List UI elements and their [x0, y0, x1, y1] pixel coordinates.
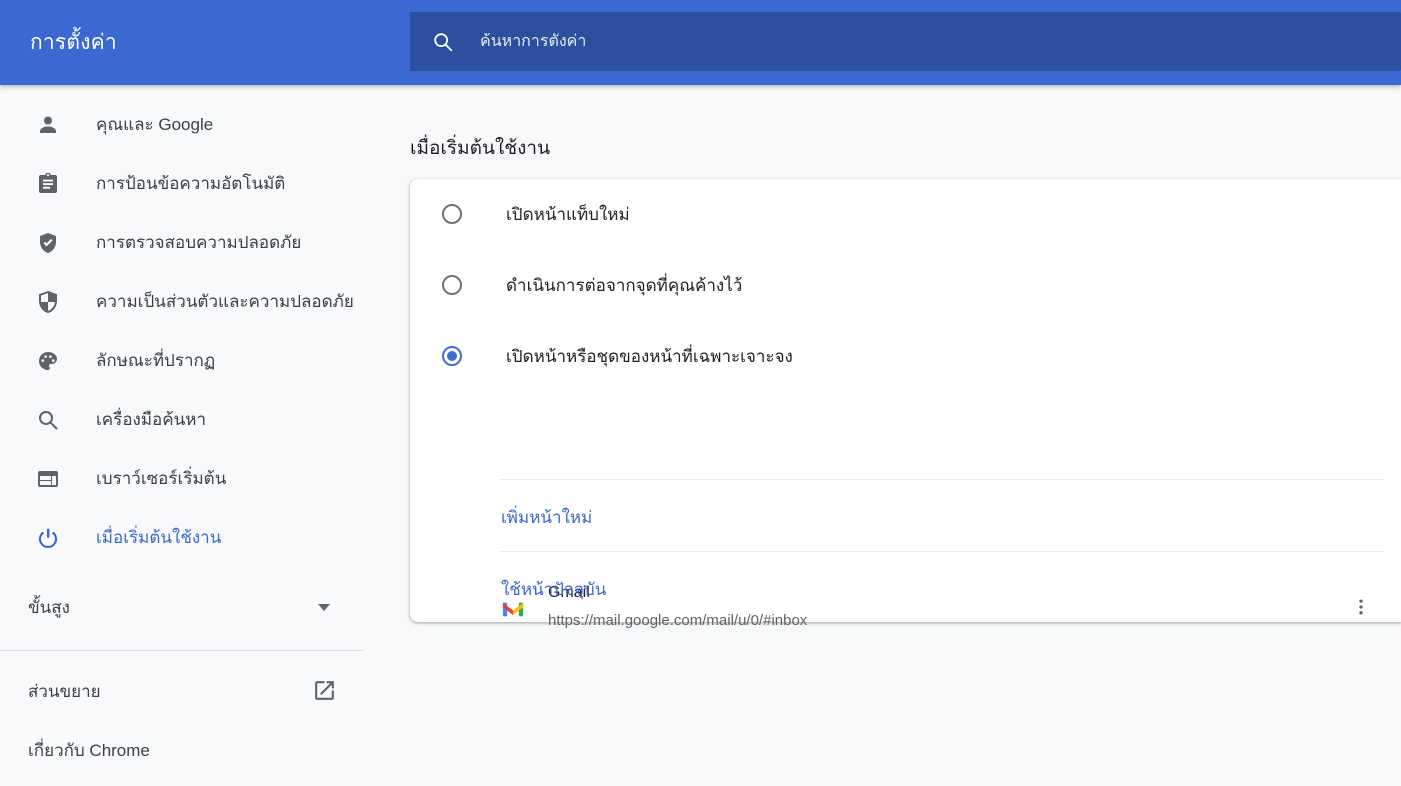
card-divider	[500, 551, 1385, 552]
advanced-label: ขั้นสูง	[28, 594, 70, 621]
sidebar-item-you-and-google[interactable]: คุณและ Google	[0, 95, 363, 154]
card-divider	[500, 479, 1385, 480]
sidebar-item-label: เครื่องมือค้นหา	[96, 406, 206, 433]
sidebar-item-label: ความเป็นส่วนตัวและความปลอดภัย	[96, 288, 354, 315]
sidebar-advanced-toggle[interactable]: ขั้นสูง	[0, 580, 363, 635]
section-title: เมื่อเริ่มต้นใช้งาน	[410, 133, 550, 163]
radio-option-continue[interactable]: ดำเนินการต่อจากจุดที่คุณค้างไว้	[410, 263, 1370, 307]
radio-option-label: ดำเนินการต่อจากจุดที่คุณค้างไว้	[506, 272, 742, 299]
settings-search-box[interactable]	[410, 12, 1401, 71]
settings-sidebar: คุณและ Google การป้อนข้อความอัตโนมัติ กา…	[0, 85, 363, 786]
sidebar-item-privacy-security[interactable]: ความเป็นส่วนตัวและความปลอดภัย	[0, 272, 363, 331]
default-browser-icon	[36, 467, 60, 491]
radio-option-label: เปิดหน้าแท็บใหม่	[506, 201, 630, 228]
sidebar-divider	[0, 650, 363, 651]
use-current-pages-link[interactable]: ใช้หน้าปัจจุบัน	[501, 576, 606, 603]
add-new-page-link[interactable]: เพิ่มหน้าใหม่	[501, 504, 592, 531]
sidebar-item-safety-check[interactable]: การตรวจสอบความปลอดภัย	[0, 213, 363, 272]
person-icon	[36, 113, 60, 137]
search-engine-icon	[36, 408, 60, 432]
more-options-button[interactable]	[1343, 589, 1379, 625]
three-dot-menu-icon	[1351, 597, 1371, 617]
search-icon	[432, 31, 454, 53]
radio-button-selected[interactable]	[442, 346, 462, 366]
sidebar-item-extensions[interactable]: ส่วนขยาย	[0, 666, 363, 716]
sidebar-item-default-browser[interactable]: เบราว์เซอร์เริ่มต้น	[0, 449, 363, 508]
about-chrome-label: เกี่ยวกับ Chrome	[28, 737, 150, 764]
radio-button[interactable]	[442, 204, 462, 224]
on-startup-card: เปิดหน้าแท็บใหม่ ดำเนินการต่อจากจุดที่คุ…	[410, 179, 1401, 622]
radio-option-specific-pages[interactable]: เปิดหน้าหรือชุดของหน้าที่เฉพาะเจาะจง	[410, 334, 1370, 378]
sidebar-item-appearance[interactable]: ลักษณะที่ปรากฏ	[0, 331, 363, 390]
search-input[interactable]	[480, 33, 1180, 51]
sidebar-item-on-startup[interactable]: เมื่อเริ่มต้นใช้งาน	[0, 508, 363, 567]
sidebar-item-autofill[interactable]: การป้อนข้อความอัตโนมัติ	[0, 154, 363, 213]
sidebar-item-label: การป้อนข้อความอัตโนมัติ	[96, 170, 285, 197]
sidebar-item-label: ลักษณะที่ปรากฏ	[96, 347, 215, 374]
page-title: การตั้งค่า	[30, 0, 117, 85]
startup-page-url: https://mail.google.com/mail/u/0/#inbox	[548, 612, 807, 629]
privacy-shield-icon	[36, 290, 60, 314]
open-in-new-icon	[312, 678, 337, 703]
chevron-down-icon	[318, 604, 330, 611]
palette-icon	[36, 349, 60, 373]
autofill-icon	[36, 172, 60, 196]
radio-button[interactable]	[442, 275, 462, 295]
sidebar-item-search-engine[interactable]: เครื่องมือค้นหา	[0, 390, 363, 449]
extensions-label: ส่วนขยาย	[28, 678, 101, 705]
sidebar-item-label: การตรวจสอบความปลอดภัย	[96, 229, 301, 256]
radio-option-new-tab[interactable]: เปิดหน้าแท็บใหม่	[410, 192, 1370, 236]
safety-check-icon	[36, 231, 60, 255]
radio-option-label: เปิดหน้าหรือชุดของหน้าที่เฉพาะเจาะจง	[506, 343, 793, 370]
power-icon	[36, 526, 60, 550]
sidebar-item-label: เมื่อเริ่มต้นใช้งาน	[96, 524, 221, 551]
header-bar: การตั้งค่า	[0, 0, 1401, 85]
sidebar-item-label: เบราว์เซอร์เริ่มต้น	[96, 465, 226, 492]
sidebar-item-label: คุณและ Google	[96, 111, 213, 138]
sidebar-item-about-chrome[interactable]: เกี่ยวกับ Chrome	[0, 725, 363, 775]
